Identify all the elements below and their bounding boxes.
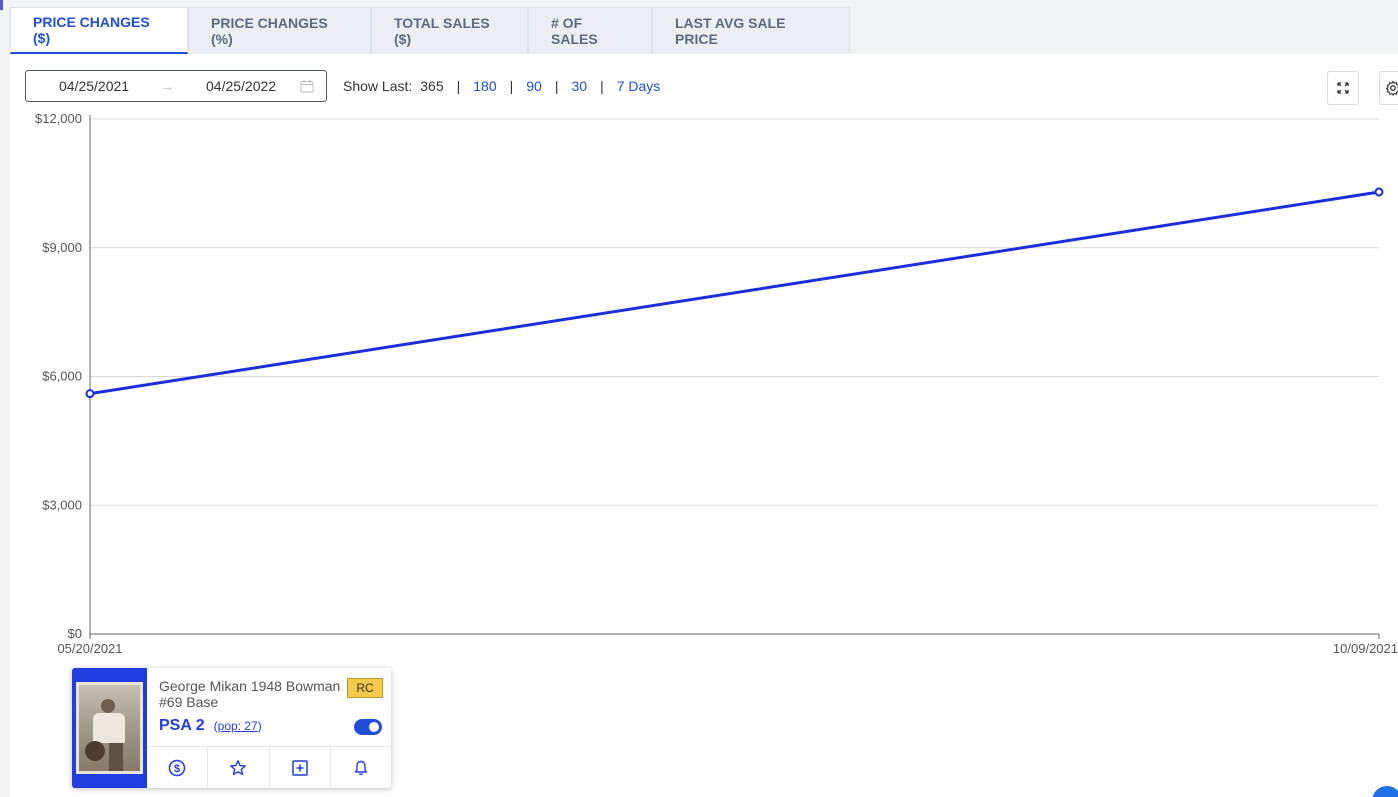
price-line-chart: $0 $3,000 $6,000 $9,000 $12,000 05/20/2021 10/… bbox=[35, 111, 1398, 656]
rookie-card-badge: RC bbox=[347, 678, 383, 698]
price-alert-button[interactable] bbox=[331, 747, 391, 788]
card-action-bar: $ bbox=[147, 746, 391, 788]
data-point bbox=[1374, 187, 1384, 197]
data-point bbox=[85, 389, 95, 399]
left-accent-bar bbox=[0, 0, 3, 10]
population-link[interactable]: pop: 27 bbox=[218, 719, 258, 733]
plus-square-icon bbox=[291, 759, 308, 776]
y-tick-label: $9,000 bbox=[42, 240, 82, 255]
x-tick-label: 05/20/2021 bbox=[57, 641, 122, 656]
page: PRICE CHANGES ($) PRICE CHANGES (%) TOTA… bbox=[0, 0, 1398, 797]
card-photo-image bbox=[76, 682, 143, 774]
favorite-button[interactable] bbox=[208, 747, 270, 788]
tab-total-sales[interactable]: TOTAL SALES ($) bbox=[371, 7, 528, 54]
card-summary: George Mikan 1948 Bowman #69 Base RC PSA… bbox=[72, 668, 391, 788]
bell-icon bbox=[354, 760, 368, 775]
series-line bbox=[89, 190, 1380, 396]
tab-price-changes-dollar[interactable]: PRICE CHANGES ($) bbox=[10, 7, 188, 54]
tab-price-changes-percent[interactable]: PRICE CHANGES (%) bbox=[188, 7, 371, 54]
star-icon bbox=[230, 759, 247, 775]
card-visibility-toggle[interactable] bbox=[354, 719, 382, 735]
tab-number-of-sales[interactable]: # OF SALES bbox=[528, 7, 652, 54]
tab-bar: PRICE CHANGES ($) PRICE CHANGES (%) TOTA… bbox=[10, 7, 850, 54]
svg-text:$: $ bbox=[174, 763, 180, 775]
y-tick-label: $3,000 bbox=[42, 497, 82, 512]
dollar-icon: $ bbox=[168, 759, 186, 776]
add-to-collection-button[interactable] bbox=[270, 747, 331, 788]
y-tick-label: $12,000 bbox=[35, 111, 82, 126]
card-title: George Mikan 1948 Bowman #69 Base bbox=[159, 678, 341, 710]
y-tick-label: $0 bbox=[68, 626, 82, 641]
x-tick-label: 10/09/2021 bbox=[1333, 641, 1398, 656]
price-action-button[interactable]: $ bbox=[147, 747, 209, 788]
tab-last-avg-sale-price[interactable]: LAST AVG SALE PRICE bbox=[652, 7, 850, 54]
grade-row: PSA 2 (pop: 27) bbox=[159, 717, 262, 735]
card-thumbnail[interactable] bbox=[72, 668, 147, 788]
y-tick-label: $6,000 bbox=[42, 369, 82, 384]
card-grade: PSA 2 bbox=[159, 717, 205, 734]
population-count: (pop: 27) bbox=[213, 719, 262, 733]
